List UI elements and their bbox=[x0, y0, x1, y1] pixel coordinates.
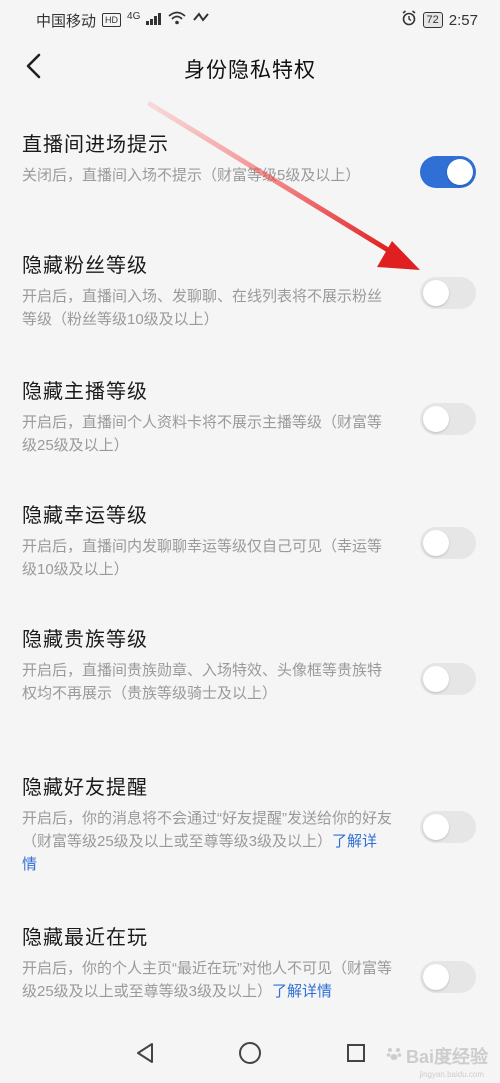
wifi-icon bbox=[168, 11, 186, 29]
nav-recents-button[interactable] bbox=[340, 1039, 372, 1071]
signal-icon bbox=[146, 12, 162, 29]
setting-description: 开启后，直播间入场、发聊聊、在线列表将不展示粉丝等级（粉丝等级10级及以上） bbox=[22, 288, 383, 328]
toggle-knob bbox=[423, 406, 449, 432]
system-nav-bar: Bai度经验 jingyan.baidu.com bbox=[0, 1027, 500, 1083]
hd-badge: HD bbox=[102, 13, 122, 27]
hide-friend-reminder-toggle[interactable] bbox=[420, 811, 476, 843]
toggle-knob bbox=[423, 666, 449, 692]
hide-noble-level-toggle[interactable] bbox=[420, 663, 476, 695]
hide-luck-level-toggle[interactable] bbox=[420, 527, 476, 559]
carrier-label: 中国移动 bbox=[36, 12, 97, 30]
setting-item-hide-fan-level: 隐藏粉丝等级 开启后，直播间入场、发聊聊、在线列表将不展示粉丝等级（粉丝等级10… bbox=[0, 241, 500, 367]
setting-title: 隐藏贵族等级 bbox=[22, 629, 148, 651]
settings-list: 直播间进场提示 关闭后，直播间入场不提示（财富等级5级及以上） 隐藏粉丝等级 开… bbox=[0, 120, 500, 1033]
setting-item-hide-noble-level: 隐藏贵族等级 开启后，直播间贵族勋章、入场特效、头像框等贵族特权均不再展示（贵族… bbox=[0, 615, 500, 763]
hide-recently-played-toggle[interactable] bbox=[420, 961, 476, 993]
setting-title: 隐藏主播等级 bbox=[22, 381, 148, 403]
nav-back-button[interactable] bbox=[129, 1039, 161, 1071]
setting-item-hide-recently-played: 隐藏最近在玩 开启后，你的个人主页“最近在玩”对他人不可见（财富等级25级及以上… bbox=[0, 913, 500, 1033]
network-type-label: 4G bbox=[127, 10, 141, 22]
status-left: 中国移动 HD 4G bbox=[36, 10, 210, 31]
circle-home-icon bbox=[238, 1041, 262, 1070]
setting-description: 开启后，你的消息将不会通过“好友提醒”发送给你的好友（财富等级25级及以上或至尊… bbox=[22, 807, 392, 876]
learn-more-link[interactable]: 了解详情 bbox=[272, 983, 332, 1000]
toggle-knob bbox=[447, 159, 473, 185]
setting-title: 隐藏幸运等级 bbox=[22, 505, 148, 527]
nav-home-button[interactable] bbox=[234, 1039, 266, 1071]
paw-logo-icon bbox=[386, 1046, 402, 1067]
baidu-jingyan-watermark: Bai度经验 jingyan.baidu.com bbox=[386, 1043, 488, 1079]
watermark-text: Bai度经验 bbox=[405, 1047, 488, 1067]
alarm-icon bbox=[401, 10, 417, 30]
setting-title: 隐藏最近在玩 bbox=[22, 927, 148, 949]
hide-fan-level-toggle[interactable] bbox=[420, 277, 476, 309]
setting-description: 关闭后，直播间入场不提示（财富等级5级及以上） bbox=[22, 167, 361, 184]
toggle-knob bbox=[423, 530, 449, 556]
header: 身份隐私特权 bbox=[0, 40, 500, 96]
setting-title: 直播间进场提示 bbox=[22, 134, 169, 156]
setting-description: 开启后，直播间贵族勋章、入场特效、头像框等贵族特权均不再展示（贵族等级骑士及以上… bbox=[22, 662, 383, 702]
clock-time: 2:57 bbox=[448, 11, 478, 29]
vibrate-icon bbox=[192, 11, 210, 29]
setting-item-entry-notice: 直播间进场提示 关闭后，直播间入场不提示（财富等级5级及以上） bbox=[0, 120, 500, 241]
setting-description: 开启后，直播间个人资料卡将不展示主播等级（财富等级25级及以上） bbox=[22, 414, 383, 454]
setting-description-text: 开启后，你的个人主页“最近在玩”对他人不可见（财富等级25级及以上或至尊等级3级… bbox=[22, 960, 392, 1000]
triangle-back-icon bbox=[134, 1042, 156, 1069]
setting-item-hide-anchor-level: 隐藏主播等级 开启后，直播间个人资料卡将不展示主播等级（财富等级25级及以上） bbox=[0, 367, 500, 491]
square-recents-icon bbox=[345, 1042, 367, 1069]
battery-indicator: 72 bbox=[422, 12, 443, 28]
status-bar: 中国移动 HD 4G 72 2:57 bbox=[0, 0, 500, 40]
setting-description: 开启后，你的个人主页“最近在玩”对他人不可见（财富等级25级及以上或至尊等级3级… bbox=[22, 957, 392, 1003]
hide-anchor-level-toggle[interactable] bbox=[420, 403, 476, 435]
setting-item-hide-friend-reminder: 隐藏好友提醒 开启后，你的消息将不会通过“好友提醒”发送给你的好友（财富等级25… bbox=[0, 763, 500, 913]
setting-title: 隐藏粉丝等级 bbox=[22, 255, 148, 277]
toggle-knob bbox=[423, 964, 449, 990]
setting-title: 隐藏好友提醒 bbox=[22, 777, 148, 799]
toggle-knob bbox=[423, 814, 449, 840]
setting-item-hide-luck-level: 隐藏幸运等级 开启后，直播间内发聊聊幸运等级仅自己可见（幸运等级10级及以上） bbox=[0, 491, 500, 615]
watermark-url: jingyan.baidu.com bbox=[419, 1070, 484, 1079]
page-title: 身份隐私特权 bbox=[184, 59, 316, 82]
toggle-knob bbox=[423, 280, 449, 306]
status-right: 72 2:57 bbox=[401, 10, 478, 30]
setting-description: 开启后，直播间内发聊聊幸运等级仅自己可见（幸运等级10级及以上） bbox=[22, 538, 383, 578]
entry-notice-toggle[interactable] bbox=[420, 156, 476, 188]
